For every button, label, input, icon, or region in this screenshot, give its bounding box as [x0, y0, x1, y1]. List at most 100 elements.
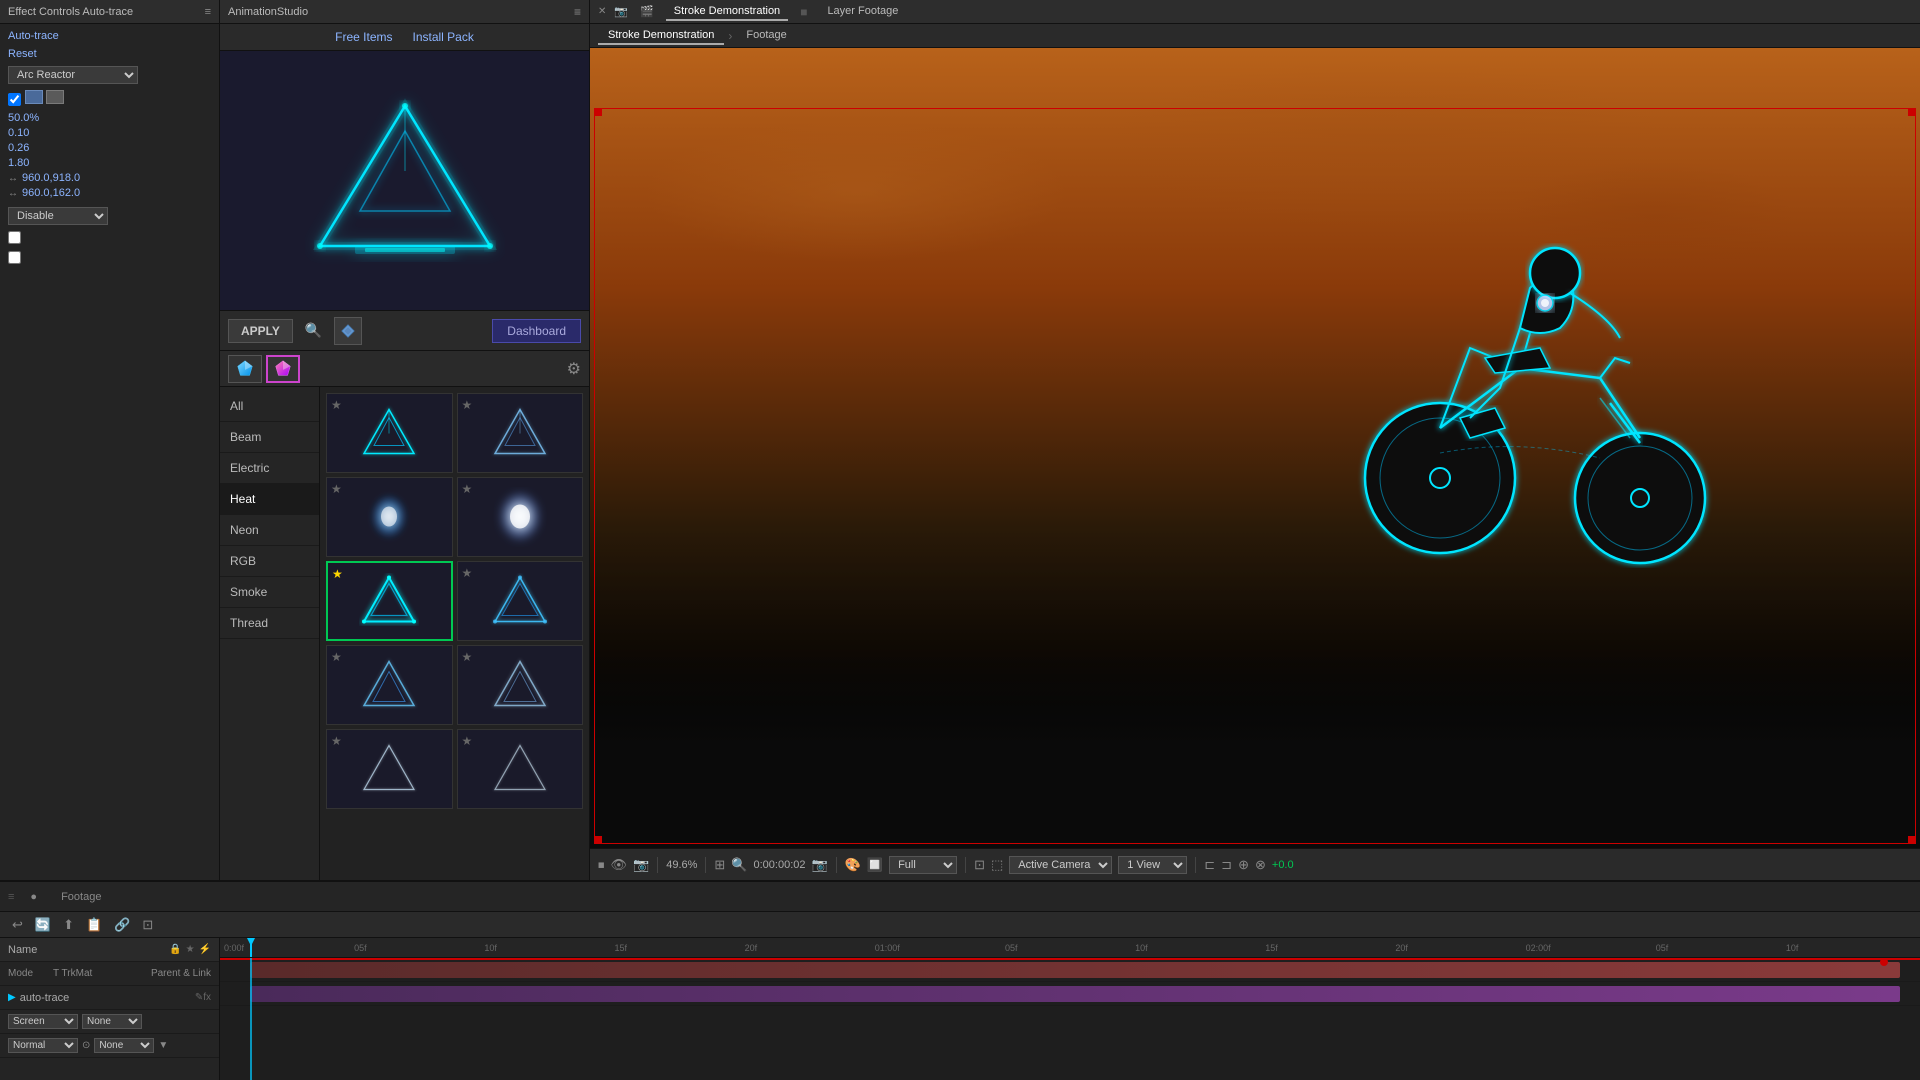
- resolution-select[interactable]: Full Half Quarter: [889, 856, 957, 874]
- checkbox-2[interactable]: [8, 231, 21, 244]
- tl-tool-1[interactable]: ↩: [8, 915, 27, 935]
- grid-item-4[interactable]: ★: [457, 477, 584, 557]
- comp-tab-stroke-demo[interactable]: Stroke Demonstration: [666, 3, 788, 21]
- category-beam[interactable]: Beam: [220, 422, 319, 453]
- checkbox-3[interactable]: [8, 251, 21, 264]
- close-comp-icon[interactable]: ✕: [598, 6, 606, 17]
- star-1[interactable]: ★: [331, 398, 342, 412]
- comp-tab-layer-footage[interactable]: Layer Footage: [819, 3, 906, 21]
- preview-icon[interactable]: 👁: [611, 857, 628, 873]
- star-10[interactable]: ★: [462, 734, 473, 748]
- grid-item-8[interactable]: ★: [457, 645, 584, 725]
- subtab-footage[interactable]: Footage: [736, 27, 796, 45]
- tl-control-2[interactable]: ★: [186, 944, 195, 955]
- star-3[interactable]: ★: [331, 482, 342, 496]
- preset-dropdown[interactable]: Arc Reactor Beam 1 Neon 1: [8, 66, 138, 84]
- tl-tool-5[interactable]: 🔗: [110, 915, 134, 935]
- items-area: All Beam Electric Heat Neon RGB Smoke Th…: [220, 387, 589, 880]
- tl-tool-6[interactable]: ⊡: [138, 915, 157, 935]
- grid-item-5[interactable]: ★: [326, 561, 453, 641]
- color-icon[interactable]: 🎨: [845, 857, 861, 873]
- grid-item-2[interactable]: ★: [457, 393, 584, 473]
- reset-button[interactable]: Reset: [8, 48, 211, 60]
- export-icon[interactable]: ⊏: [1204, 857, 1215, 873]
- grid-item-3[interactable]: ★: [326, 477, 453, 557]
- transparency-icon[interactable]: ⬚: [991, 857, 1003, 873]
- grid-item-7[interactable]: ★: [326, 645, 453, 725]
- comp-icon2[interactable]: ⊕: [1238, 857, 1249, 873]
- category-heat[interactable]: Heat: [220, 484, 319, 515]
- grid-item-1[interactable]: ★: [326, 393, 453, 473]
- view-select[interactable]: 1 View 2 Views: [1118, 856, 1187, 874]
- camera-select[interactable]: Active Camera: [1009, 856, 1112, 874]
- category-thread[interactable]: Thread: [220, 608, 319, 639]
- value-4[interactable]: 1.80: [8, 157, 211, 169]
- checkbox-1[interactable]: [8, 93, 21, 106]
- timeline-hamburger[interactable]: ≡: [8, 891, 14, 903]
- tl-mode-select[interactable]: Screen Normal Add: [8, 1014, 78, 1029]
- tl-tool-2[interactable]: 🔄: [31, 915, 55, 935]
- category-electric[interactable]: Electric: [220, 453, 319, 484]
- tl-track-fx[interactable]: fx: [203, 992, 211, 1003]
- animation-studio-menu-icon[interactable]: ≡: [574, 5, 581, 19]
- camera-icon[interactable]: 📷: [633, 857, 649, 873]
- gem-tab-2[interactable]: [266, 355, 300, 383]
- category-smoke[interactable]: Smoke: [220, 577, 319, 608]
- category-rgb[interactable]: RGB: [220, 546, 319, 577]
- star-6[interactable]: ★: [462, 566, 473, 580]
- star-8[interactable]: ★: [462, 650, 473, 664]
- tl-tool-4[interactable]: 📋: [82, 915, 106, 935]
- coords-2[interactable]: 960.0,162.0: [22, 187, 80, 199]
- track-bar-2[interactable]: [250, 986, 1900, 1002]
- tl-normal-select[interactable]: Normal: [8, 1038, 78, 1053]
- diamond-button[interactable]: [334, 317, 362, 345]
- value-1[interactable]: 50.0%: [8, 112, 211, 124]
- category-all[interactable]: All: [220, 391, 319, 422]
- tl-expand-icon[interactable]: ▶: [8, 992, 16, 1003]
- gem-tab-1[interactable]: [228, 355, 262, 383]
- fit-icon[interactable]: ⊞: [714, 857, 725, 873]
- tl-trkmat-label: T TrkMat: [53, 968, 92, 979]
- star-7[interactable]: ★: [331, 650, 342, 664]
- value-3[interactable]: 0.26: [8, 142, 211, 154]
- star-5[interactable]: ★: [332, 567, 343, 581]
- motorbike-svg: [1320, 148, 1740, 568]
- tl-parent-select[interactable]: None: [94, 1038, 154, 1053]
- effect-controls-menu-icon[interactable]: ≡: [205, 6, 211, 18]
- subtab-stroke-demo[interactable]: Stroke Demonstration: [598, 27, 724, 45]
- grid-item-10[interactable]: ★: [457, 729, 584, 809]
- tl-control-1[interactable]: 🔒: [169, 944, 181, 955]
- snapshot-icon[interactable]: 📷: [812, 857, 828, 873]
- tl-tool-3[interactable]: ⬆: [59, 915, 78, 935]
- search-button[interactable]: 🔍: [299, 320, 328, 341]
- region-icon[interactable]: ⊡: [974, 857, 985, 873]
- grid-item-6[interactable]: ★: [457, 561, 584, 641]
- grid-item-9[interactable]: ★: [326, 729, 453, 809]
- category-neon[interactable]: Neon: [220, 515, 319, 546]
- composition-viewport[interactable]: [590, 48, 1920, 848]
- snap-icon[interactable]: ⊐: [1221, 857, 1232, 873]
- star-4[interactable]: ★: [462, 482, 473, 496]
- settings-icon[interactable]: ⚙: [567, 359, 581, 379]
- tl-parent-row: Normal ⊙ None ▼: [0, 1034, 219, 1058]
- tl-name-col: Name: [8, 944, 169, 956]
- dashboard-button[interactable]: Dashboard: [492, 319, 581, 343]
- star-2[interactable]: ★: [462, 398, 473, 412]
- tl-parent-dropdown[interactable]: ▼: [158, 1040, 168, 1051]
- adjust-icon[interactable]: ⊗: [1255, 857, 1266, 873]
- value-2[interactable]: 0.10: [8, 127, 211, 139]
- tl-track-edit[interactable]: ✎: [195, 992, 203, 1003]
- tl-control-3[interactable]: ⚡: [199, 944, 211, 955]
- install-pack-link[interactable]: Install Pack: [413, 30, 474, 44]
- star-9[interactable]: ★: [331, 734, 342, 748]
- coords-1[interactable]: 960.0,918.0: [22, 172, 80, 184]
- track-bar-1[interactable]: [250, 962, 1900, 978]
- apply-button[interactable]: APPLY: [228, 319, 293, 343]
- play-stop-icon[interactable]: ⏹: [598, 857, 605, 873]
- free-items-link[interactable]: Free Items: [335, 30, 392, 44]
- tl-trkmat-select[interactable]: None: [82, 1014, 142, 1029]
- mark-2: 10f: [484, 943, 614, 953]
- grid-icon[interactable]: 🔲: [867, 857, 883, 873]
- zoom-icon[interactable]: 🔍: [731, 857, 747, 873]
- disable-dropdown[interactable]: Disable Enable: [8, 207, 108, 225]
